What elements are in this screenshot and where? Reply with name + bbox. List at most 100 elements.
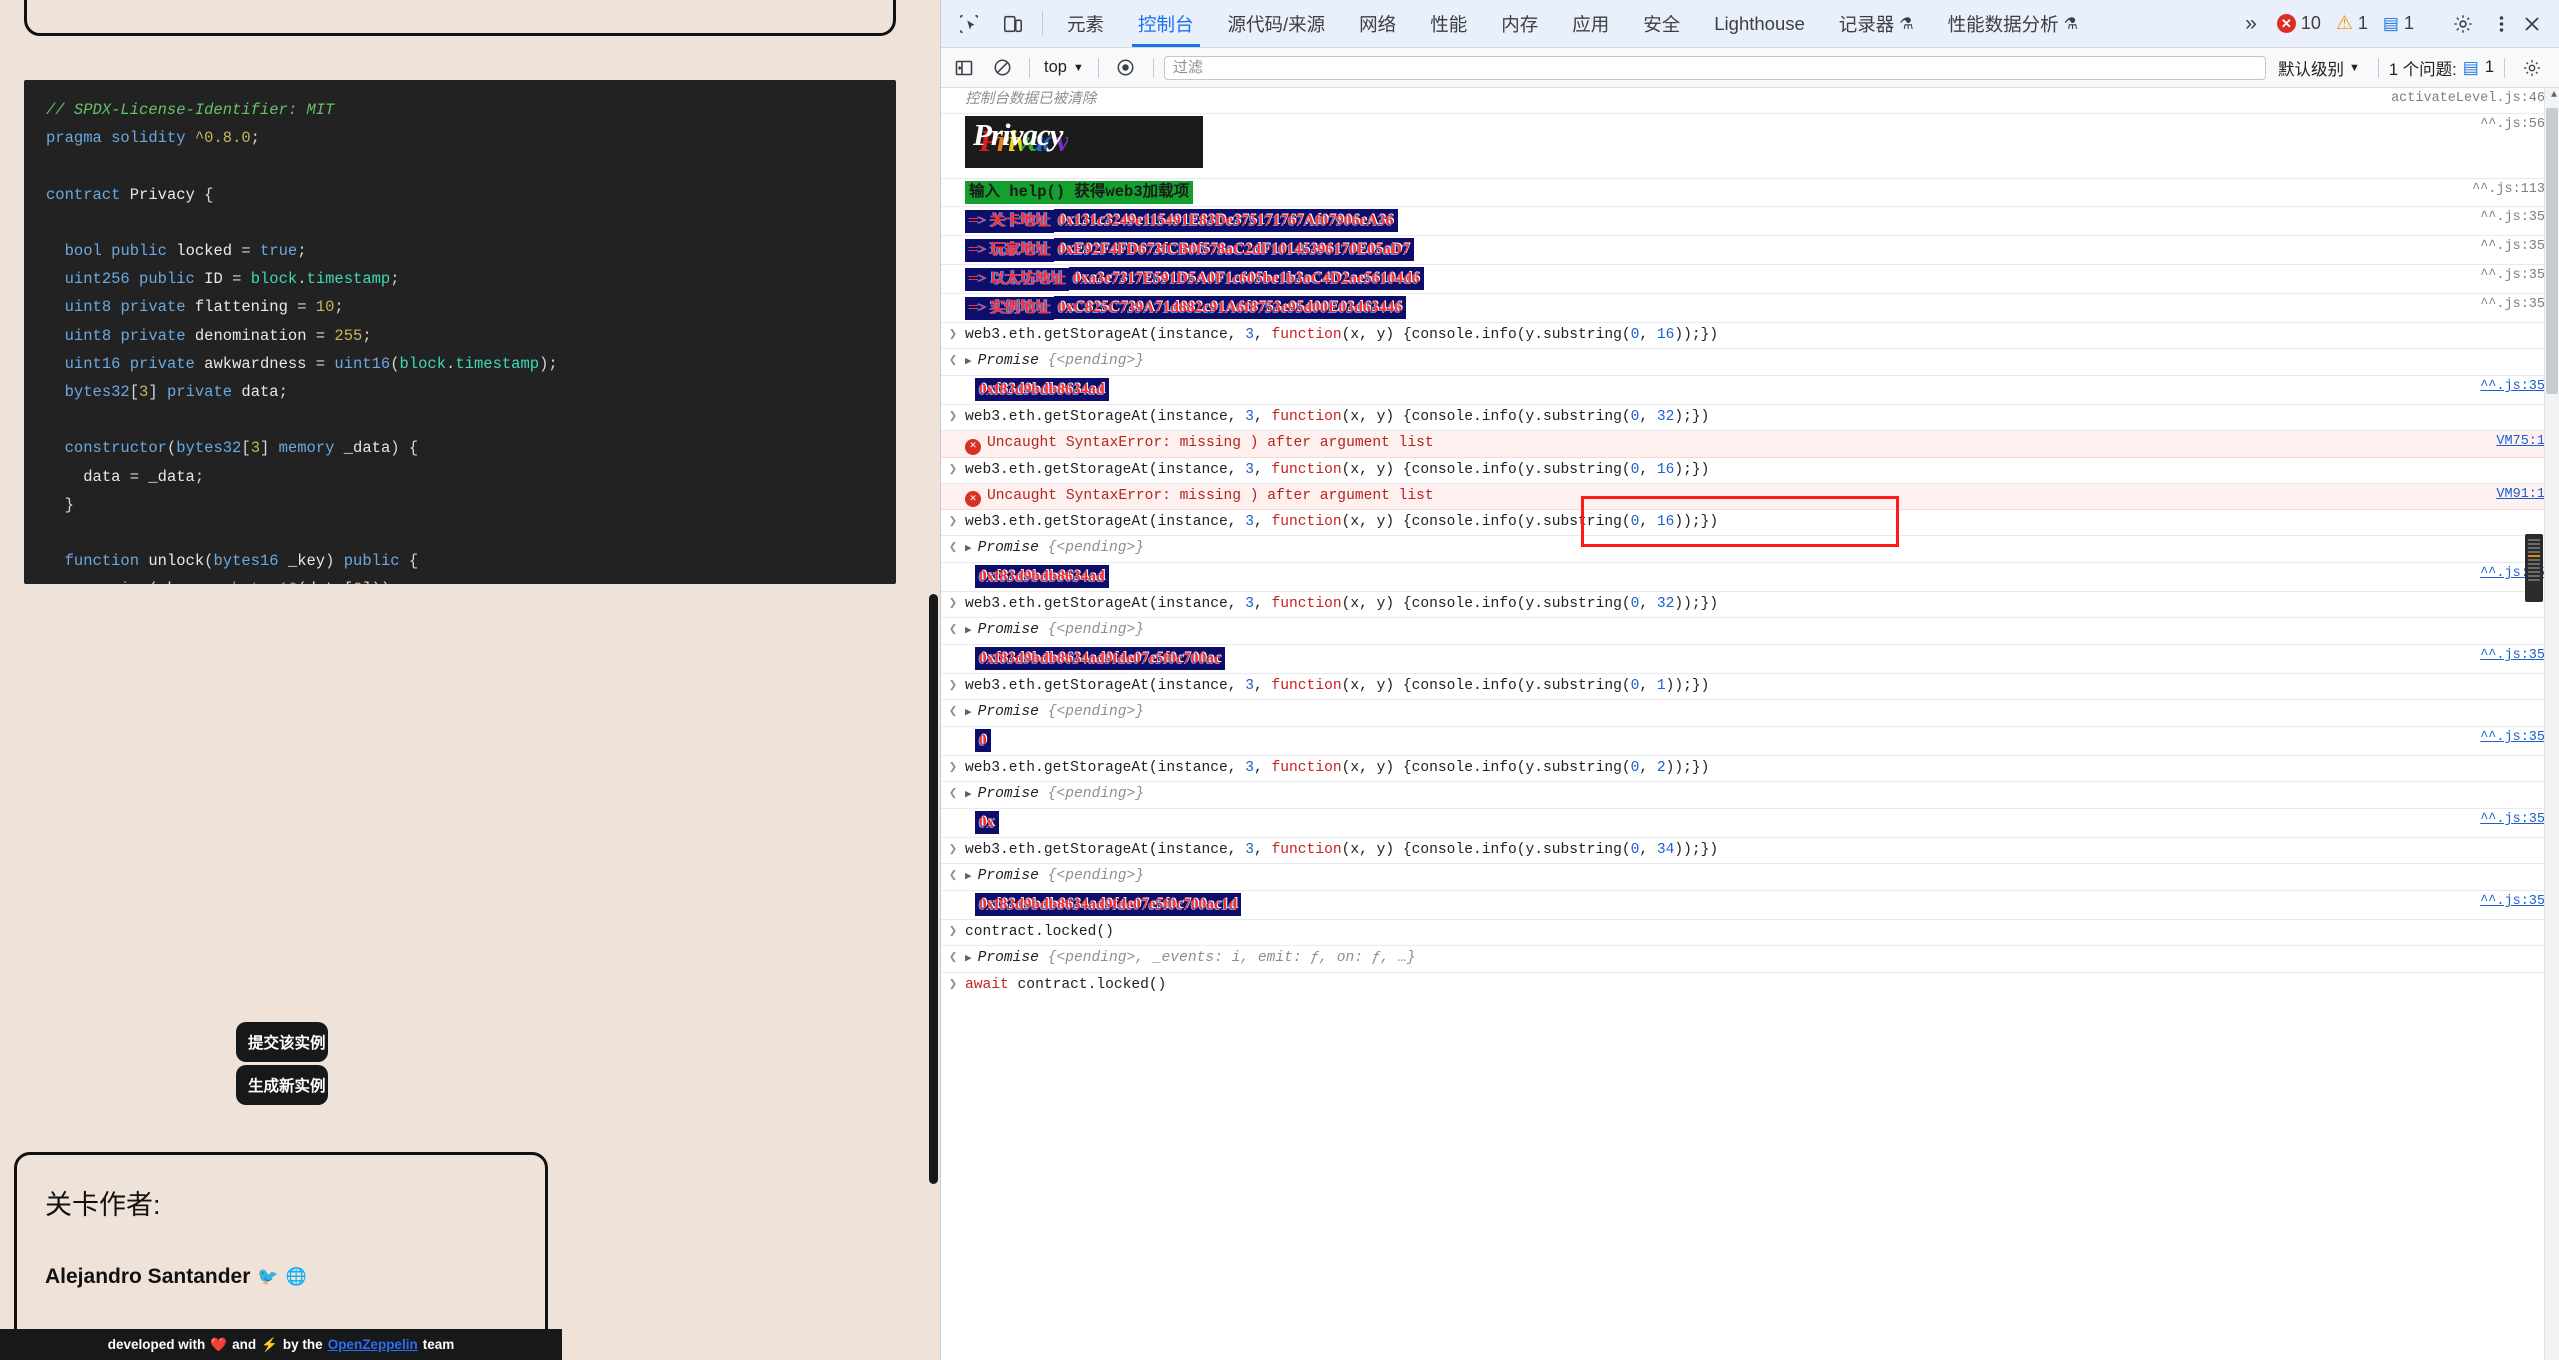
page-scrollbar[interactable]: [927, 0, 940, 1360]
code-token: denomination: [194, 326, 307, 345]
tab-3[interactable]: 网络: [1342, 0, 1413, 47]
close-icon[interactable]: [2517, 15, 2547, 33]
row-body: web3.eth.getStorageAt(instance, 3, funct…: [965, 460, 2559, 481]
live-expression-icon[interactable]: [1109, 51, 1143, 85]
gear-icon[interactable]: [2441, 13, 2485, 35]
row-body: ▶ Promise {<pending>}: [965, 351, 2559, 373]
expand-triangle-icon[interactable]: ▶: [965, 867, 972, 888]
tab-9[interactable]: 记录器 ⚗: [1822, 0, 1931, 47]
log-level-select[interactable]: 默认级别 ▼: [2270, 56, 2368, 80]
console-scrollbar[interactable]: ▲: [2544, 88, 2559, 1360]
console-result-row: ❮ ▶ Promise {<pending>}: [941, 618, 2559, 645]
console-output[interactable]: 控制台数据已被清除 activateLevel.js:46 Privacy Priva…: [941, 88, 2559, 1360]
code-token: }: [46, 495, 74, 514]
error-count[interactable]: ✕ 10: [2271, 13, 2327, 34]
scroll-up-icon[interactable]: ▲: [2551, 90, 2557, 101]
twitter-icon[interactable]: 🐦: [257, 1267, 278, 1287]
bolt-icon: ⚡: [261, 1336, 278, 1352]
row-body: => 实例地址 0xC825C739A71d882c91A6f8753e95d00…: [965, 296, 2559, 320]
page-footer: developed with ❤️ and ⚡ by the OpenZeppe…: [0, 1329, 562, 1360]
code-token: function: [1271, 514, 1342, 530]
expand-triangle-icon[interactable]: ▶: [965, 352, 972, 373]
row-gutter-icon: ❮: [948, 950, 958, 966]
flask-icon: ⚗: [1899, 15, 1914, 33]
storage-hex-value: 0xf83d9bdb8634ad: [975, 565, 1109, 588]
code-token: function: [1271, 842, 1342, 858]
new-instance-button[interactable]: 生成新实例: [236, 1065, 328, 1105]
tab-5[interactable]: 内存: [1484, 0, 1555, 47]
code-token: private: [120, 298, 186, 317]
more-vertical-icon[interactable]: [2488, 14, 2514, 34]
gear-icon[interactable]: [2515, 51, 2549, 85]
execution-context-select[interactable]: top ▼: [1040, 58, 1088, 77]
row-body: web3.eth.getStorageAt(instance, 3, funct…: [965, 512, 2559, 533]
tab-8[interactable]: Lighthouse: [1697, 0, 1822, 47]
source-link[interactable]: ^^.js:35: [2480, 379, 2545, 394]
row-gutter-icon: ❯: [948, 514, 958, 530]
expand-triangle-icon[interactable]: ▶: [965, 703, 972, 724]
console-info-row: 0xf83d9bdb8634ad9fde07e5f0c700ac ^^.js:35: [941, 645, 2559, 674]
expand-triangle-icon[interactable]: ▶: [965, 621, 972, 642]
expand-triangle-icon[interactable]: ▶: [965, 949, 972, 970]
clear-console-icon[interactable]: [985, 51, 1019, 85]
issues-count: 1: [2484, 58, 2494, 76]
source-link[interactable]: ^^.js:35: [2480, 894, 2545, 909]
source-link[interactable]: activateLevel.js:46: [2391, 91, 2545, 106]
tab-10[interactable]: 性能数据分析 ⚗: [1931, 0, 2095, 47]
code-token: bytes16: [213, 552, 279, 571]
source-link[interactable]: ^^.js:35: [2480, 268, 2545, 283]
source-link[interactable]: ^^.js:35: [2480, 730, 2545, 745]
tab-0[interactable]: 元素: [1050, 0, 1121, 47]
console-input-row: ❯ contract.locked(): [941, 920, 2559, 946]
console-command: web3.eth.getStorageAt(instance, 3, funct…: [965, 409, 1710, 425]
tab-7[interactable]: 安全: [1626, 0, 1697, 47]
code-token: ==: [195, 580, 232, 584]
code-token: unlock: [148, 552, 205, 571]
source-link[interactable]: ^^.js:56: [2480, 117, 2545, 132]
expand-triangle-icon[interactable]: ▶: [965, 785, 972, 806]
submit-instance-button[interactable]: 提交该实例: [236, 1022, 328, 1062]
message-icon: ▤: [2462, 58, 2479, 77]
error-icon: ✕: [2276, 14, 2296, 33]
console-result-row: ❮ ▶ Promise {<pending>}: [941, 782, 2559, 809]
inspect-icon[interactable]: [947, 0, 991, 47]
expand-triangle-icon[interactable]: ▶: [965, 539, 972, 560]
openzeppelin-link[interactable]: OpenZeppelin: [328, 1337, 418, 1352]
address-label: => 玩家地址: [965, 239, 1054, 262]
console-sidebar-icon[interactable]: [947, 51, 981, 85]
source-link[interactable]: ^^.js:35: [2480, 239, 2545, 254]
code-token: function: [1271, 760, 1342, 776]
info-count[interactable]: ▤ 1: [2377, 13, 2420, 34]
console-result-row: ❮ ▶ Promise {<pending>}: [941, 536, 2559, 563]
source-link[interactable]: ^^.js:35: [2480, 210, 2545, 225]
source-link[interactable]: ^^.js:35: [2480, 297, 2545, 312]
row-body: => 玩家地址 0xE92F4FD673fCB0f578aC2dF10145396…: [965, 238, 2559, 262]
code-token: true: [259, 242, 298, 261]
devtools-tabbar: 元素 控制台 源代码/来源 网络 性能 内存 应用 安全 Lighthouse 记录器 ⚗ 性能数据分…: [941, 0, 2559, 48]
code-token: 0: [1630, 760, 1640, 776]
source-link[interactable]: ^^.js:113: [2472, 182, 2545, 197]
issues-indicator[interactable]: 1 个问题: ▤ 1: [2389, 56, 2494, 80]
source-link[interactable]: VM91:1: [2496, 487, 2545, 502]
tab-6[interactable]: 应用: [1555, 0, 1626, 47]
console-minimap[interactable]: [2525, 534, 2543, 602]
console-scrollbar-thumb[interactable]: [2546, 108, 2558, 394]
console-filter-input[interactable]: [1163, 55, 2266, 80]
promise-detail: {<pending>}: [1038, 540, 1145, 556]
console-error-row: ✕ Uncaught SyntaxError: missing ) after a…: [941, 431, 2559, 458]
page-scrollbar-thumb[interactable]: [929, 594, 938, 1184]
device-toolbar-icon[interactable]: [991, 0, 1035, 47]
more-tabs-button[interactable]: »: [2231, 0, 2271, 47]
code-token: block: [250, 270, 298, 289]
source-link[interactable]: ^^.js:35: [2480, 812, 2545, 827]
warning-count[interactable]: ⚠ 1: [2330, 13, 2374, 34]
globe-icon[interactable]: 🌐: [286, 1267, 307, 1287]
source-link[interactable]: ^^.js:35: [2480, 648, 2545, 663]
tab-1[interactable]: 控制台: [1121, 0, 1211, 47]
source-link[interactable]: VM75:1: [2496, 434, 2545, 449]
tab-4[interactable]: 性能: [1413, 0, 1484, 47]
row-body: ▶ Promise {<pending>}: [965, 866, 2559, 888]
tab-2[interactable]: 源代码/来源: [1211, 0, 1343, 47]
code-token: 0: [1630, 678, 1640, 694]
